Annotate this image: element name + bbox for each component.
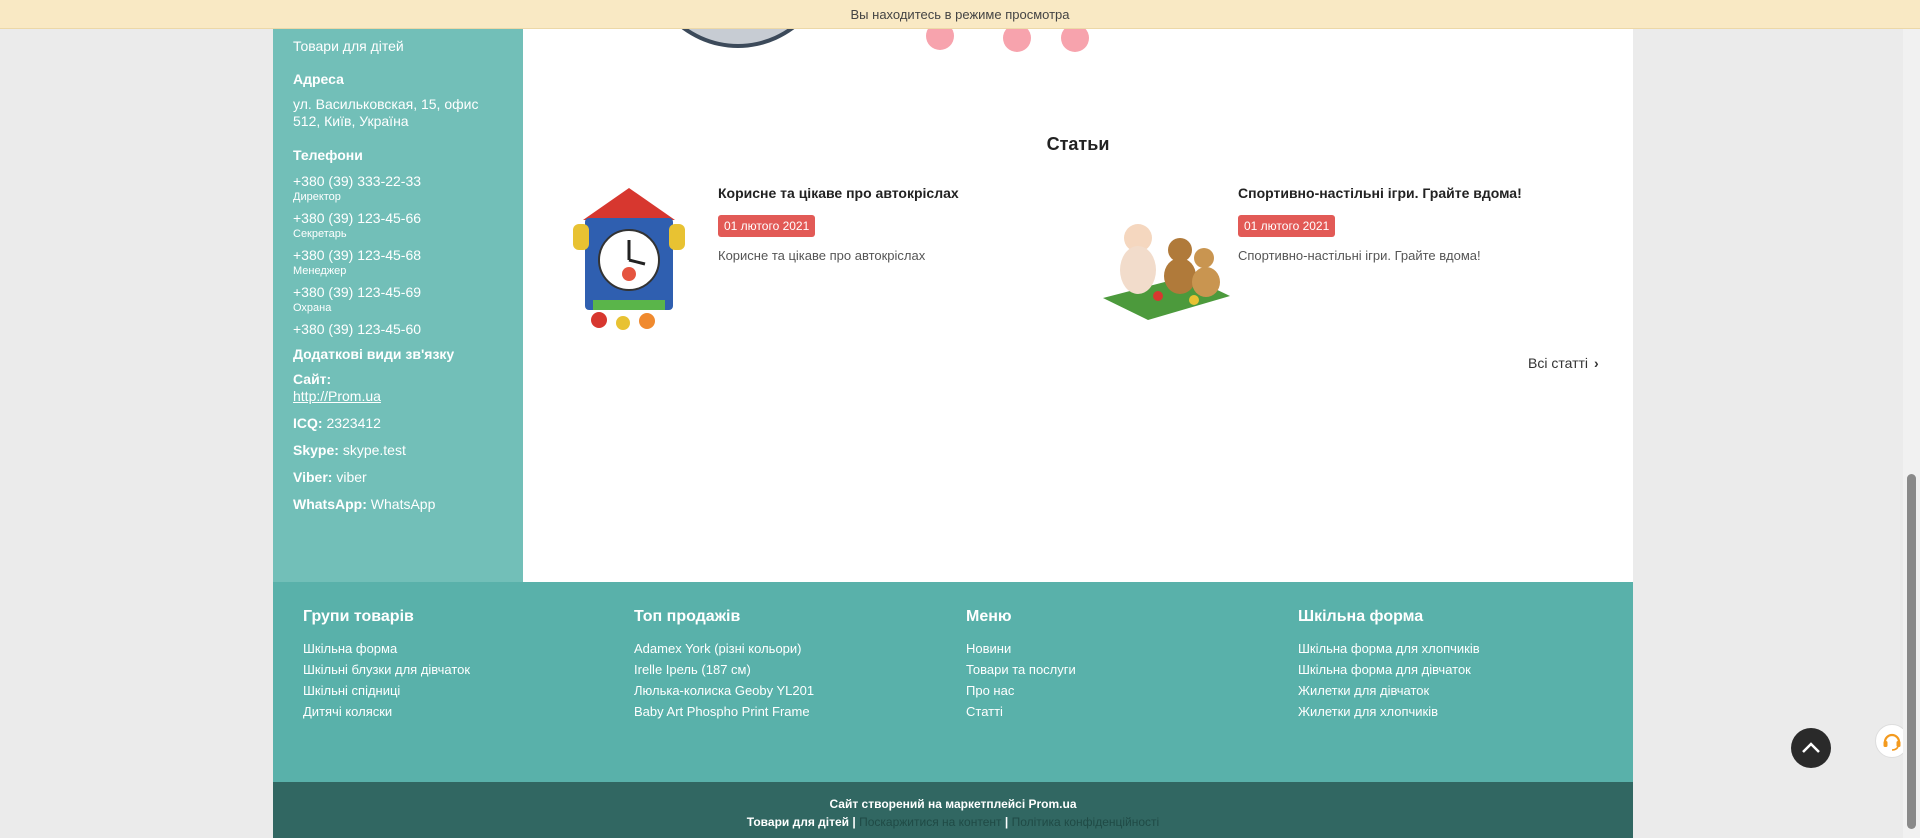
phone-number[interactable]: +380 (39) 333-22-33 xyxy=(293,173,503,190)
site-label: Сайт: xyxy=(293,371,332,387)
shop-name: Товари для дітей xyxy=(746,815,850,829)
clock-toy-image[interactable] xyxy=(563,180,695,332)
phone-number[interactable]: +380 (39) 123-45-68 xyxy=(293,247,503,264)
footer-legal-row: Товари для дітей | Поскаржитися на конте… xyxy=(273,813,1633,831)
whatsapp-row: WhatsApp: WhatsApp xyxy=(293,496,503,513)
headset-icon xyxy=(1883,733,1901,751)
article-title[interactable]: Спортивно-настільні ігри. Грайте вдома! xyxy=(1238,185,1522,201)
article-date-badge: 01 лютого 2021 xyxy=(718,215,816,237)
created-on-text[interactable]: Сайт створений на маркетплейсі Prom.ua xyxy=(273,795,1633,813)
phone-role: Менеджер xyxy=(293,265,347,277)
skype-row: Skype: skype.test xyxy=(293,442,503,459)
viber-value: viber xyxy=(336,469,367,485)
article-date-badge: 01 лютого 2021 xyxy=(1238,215,1336,237)
separator: | xyxy=(1004,815,1009,829)
chevron-right-icon: › xyxy=(1594,355,1599,371)
footer-column: Меню Новини Товари та послуги Про нас Ст… xyxy=(966,608,1076,722)
footer-column-title: Топ продажів xyxy=(634,608,741,625)
phone-entry: +380 (39) 123-45-68 Менеджер xyxy=(293,247,503,278)
whatsapp-label: WhatsApp: xyxy=(293,496,367,512)
all-articles-label: Всі статті xyxy=(1528,355,1589,371)
site-footer: Групи товарів Шкільна форма Шкільні блуз… xyxy=(273,582,1633,782)
viber-row: Viber: viber xyxy=(293,469,503,486)
separator: | xyxy=(852,815,856,829)
footer-link[interactable]: Люлька-колиска Geoby YL201 xyxy=(634,680,814,701)
phone-entry: +380 (39) 123-45-60 xyxy=(293,321,503,338)
footer-link[interactable]: Жилетки для хлопчиків xyxy=(1298,701,1480,722)
footer-link[interactable]: Adamex York (різні кольори) xyxy=(634,638,814,659)
skype-label: Skype: xyxy=(293,442,339,458)
footer-link[interactable]: Товари та послуги xyxy=(966,659,1076,680)
icq-value: 2323412 xyxy=(326,415,381,431)
footer-column-title: Групи товарів xyxy=(303,608,414,625)
contacts-sidebar: Товари для дітей Адреса ул. Васильковска… xyxy=(273,0,523,582)
phone-entry: +380 (39) 123-45-66 Секретарь xyxy=(293,210,503,241)
skype-value: skype.test xyxy=(342,442,406,458)
all-articles-link[interactable]: Всі статті › xyxy=(1528,355,1599,371)
address-text: ул. Васильковская, 15, офис 512, Київ, У… xyxy=(293,96,479,129)
footer-link[interactable]: Про нас xyxy=(966,680,1076,701)
phone-entry: +380 (39) 333-22-33 Директор xyxy=(293,173,503,204)
preview-mode-banner: Вы находитесь в режиме просмотра xyxy=(0,0,1920,29)
footer-link[interactable]: Irelle Ірель (187 см) xyxy=(634,659,814,680)
article-summary: Спортивно-настільні ігри. Грайте вдома! xyxy=(1238,248,1481,263)
footer-link[interactable]: Дитячі коляски xyxy=(303,701,470,722)
main-content: f 𝕏 Статьи Корисне та цікаве про автокрі… xyxy=(523,0,1633,582)
footer-bottom-bar: Сайт створений на маркетплейсі Prom.ua Т… xyxy=(273,782,1633,838)
site-link[interactable]: http://Prom.ua xyxy=(293,388,503,405)
footer-link[interactable]: Шкільна форма для хлопчиків xyxy=(1298,638,1480,659)
footer-link[interactable]: Новини xyxy=(966,638,1076,659)
baby-with-teddy-bears-image[interactable] xyxy=(1098,180,1230,332)
footer-link[interactable]: Шкільні спідниці xyxy=(303,680,470,701)
footer-column-title: Шкільна форма xyxy=(1298,608,1424,625)
company-name: Товари для дітей xyxy=(293,38,404,54)
extra-contacts-title: Додаткові види зв'язку xyxy=(293,346,455,362)
footer-link[interactable]: Baby Art Phospho Print Frame xyxy=(634,701,814,722)
phones-title: Телефони xyxy=(293,147,363,163)
scroll-to-top-button[interactable] xyxy=(1791,728,1831,768)
footer-column-title: Меню xyxy=(966,608,1012,625)
footer-column: Шкільна форма Шкільна форма для хлопчикі… xyxy=(1298,608,1480,722)
article-title[interactable]: Корисне та цікаве про автокріслах xyxy=(718,185,959,201)
phone-role: Охрана xyxy=(293,302,332,314)
phone-number[interactable]: +380 (39) 123-45-66 xyxy=(293,210,503,227)
page-scrollbar[interactable] xyxy=(1903,0,1920,838)
phone-role: Директор xyxy=(293,191,341,203)
privacy-policy-link[interactable]: Політика конфіденційності xyxy=(1012,815,1160,829)
phone-role: Секретарь xyxy=(293,228,347,240)
footer-link[interactable]: Шкільна форма xyxy=(303,638,470,659)
address-title: Адреса xyxy=(293,71,344,87)
article-card[interactable]: Корисне та цікаве про автокріслах 01 лют… xyxy=(563,180,1083,340)
viber-label: Viber: xyxy=(293,469,333,485)
footer-link[interactable]: Шкільна форма для дівчаток xyxy=(1298,659,1480,680)
phone-entry: +380 (39) 123-45-69 Охрана xyxy=(293,284,503,315)
complain-link[interactable]: Поскаржитися на контент xyxy=(859,815,1001,829)
scrollbar-thumb[interactable] xyxy=(1907,474,1916,829)
icq-label: ICQ: xyxy=(293,415,323,431)
article-card[interactable]: Спортивно-настільні ігри. Грайте вдома! … xyxy=(1098,180,1618,340)
footer-link[interactable]: Жилетки для дівчаток xyxy=(1298,680,1480,701)
phone-number[interactable]: +380 (39) 123-45-60 xyxy=(293,321,503,338)
page-container: Товари для дітей Адреса ул. Васильковска… xyxy=(273,0,1633,838)
chevron-up-icon xyxy=(1802,742,1820,753)
footer-link[interactable]: Статті xyxy=(966,701,1076,722)
phone-number[interactable]: +380 (39) 123-45-69 xyxy=(293,284,503,301)
footer-column: Топ продажів Adamex York (різні кольори)… xyxy=(634,608,814,722)
articles-section-title: Статьи xyxy=(1046,134,1110,154)
footer-column: Групи товарів Шкільна форма Шкільні блуз… xyxy=(303,608,470,722)
footer-link[interactable]: Шкільні блузки для дівчаток xyxy=(303,659,470,680)
article-summary: Корисне та цікаве про автокріслах xyxy=(718,248,926,263)
whatsapp-value: WhatsApp xyxy=(370,496,436,512)
icq-row: ICQ: 2323412 xyxy=(293,415,503,432)
